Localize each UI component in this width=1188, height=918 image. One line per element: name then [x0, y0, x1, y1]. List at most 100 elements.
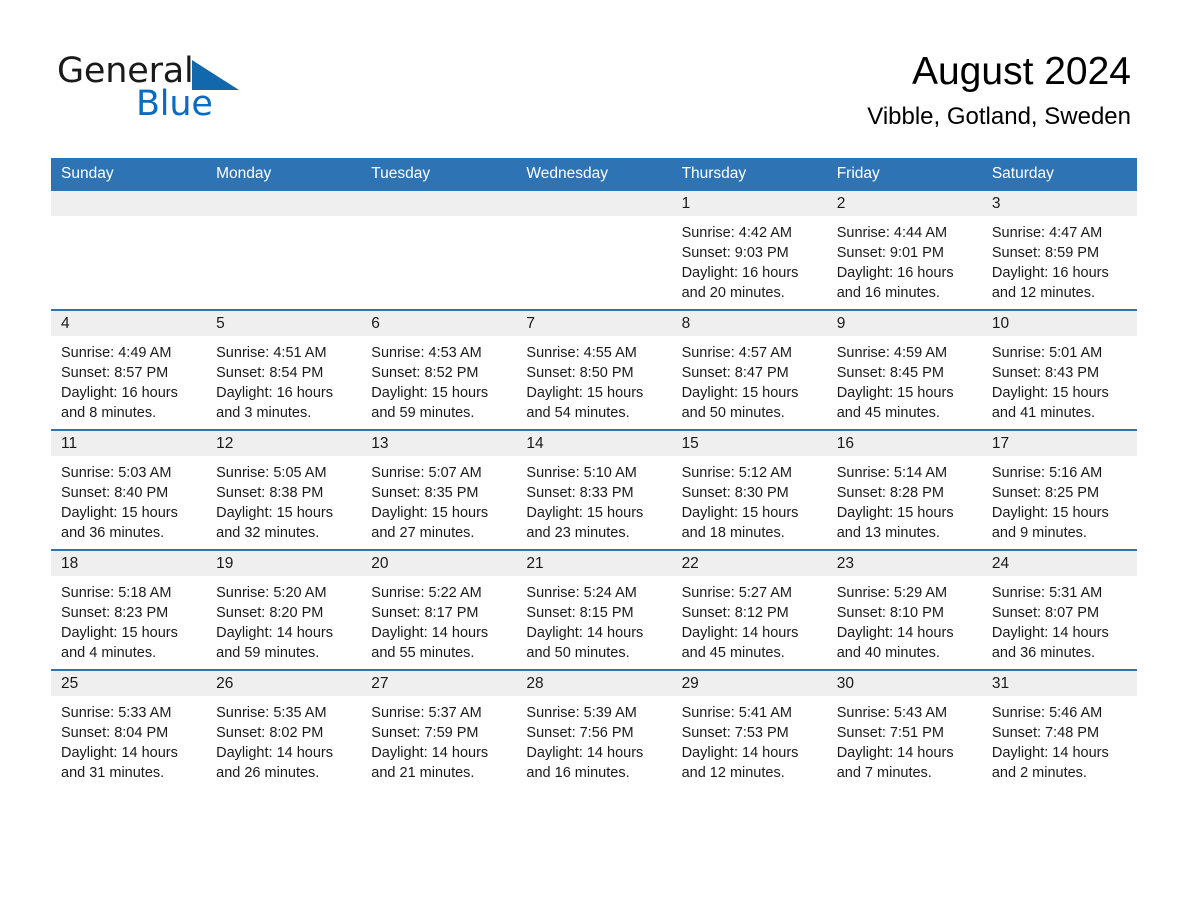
sunset-text: Sunset: 8:59 PM — [991, 245, 1100, 261]
sunrise-text: Sunrise: 4:55 AM — [526, 345, 637, 361]
day-number: 18 — [51, 551, 207, 576]
general-blue-logo[interactable]: General Blue — [57, 52, 257, 124]
calendar-day-cell[interactable]: 19 Sunrise: 5:20 AM Sunset: 8:20 PM Dayligh… — [206, 549, 362, 670]
calendar-day-cell-empty — [206, 191, 362, 310]
daylight-text: Daylight: 16 hours and 20 minutes. — [681, 265, 799, 301]
day-number: 4 — [51, 311, 207, 336]
day-details: Sunrise: 5:33 AM Sunset: 8:04 PM Daylight:… — [51, 696, 206, 783]
day-details: Sunrise: 5:24 AM Sunset: 8:15 PM Daylight:… — [516, 576, 671, 663]
sunset-text: Sunset: 8:12 PM — [681, 605, 789, 621]
calendar-day-cell[interactable]: 4 Sunrise: 4:49 AM Sunset: 8:57 PM Daylight… — [51, 309, 207, 430]
day-number — [51, 191, 207, 216]
calendar-day-cell[interactable]: 28 Sunrise: 5:39 AM Sunset: 7:56 PM Dayligh… — [516, 669, 672, 789]
calendar-day-cell[interactable]: 6 Sunrise: 4:53 AM Sunset: 8:52 PM Daylight… — [361, 309, 517, 430]
sunrise-text: Sunrise: 4:53 AM — [371, 345, 482, 361]
daylight-text: Daylight: 14 hours and 59 minutes. — [216, 625, 334, 661]
calendar-day-cell[interactable]: 18 Sunrise: 5:18 AM Sunset: 8:23 PM Dayligh… — [51, 549, 207, 670]
daylight-text: Daylight: 15 hours and 9 minutes. — [991, 505, 1109, 541]
sunset-text: Sunset: 8:30 PM — [681, 485, 789, 501]
calendar-day-cell[interactable]: 29 Sunrise: 5:41 AM Sunset: 7:53 PM Dayligh… — [671, 669, 827, 789]
calendar-day-cell[interactable]: 23 Sunrise: 5:29 AM Sunset: 8:10 PM Dayligh… — [826, 549, 982, 670]
day-details: Sunrise: 5:12 AM Sunset: 8:30 PM Daylight:… — [672, 456, 827, 543]
calendar-day-cell[interactable]: 30 Sunrise: 5:43 AM Sunset: 7:51 PM Dayligh… — [826, 669, 982, 789]
sunset-text: Sunset: 9:03 PM — [681, 245, 789, 261]
day-details: Sunrise: 5:29 AM Sunset: 8:10 PM Daylight:… — [827, 576, 982, 663]
sunrise-text: Sunrise: 5:22 AM — [371, 585, 482, 601]
calendar-day-cell[interactable]: 9 Sunrise: 4:59 AM Sunset: 8:45 PM Daylight… — [826, 309, 982, 430]
calendar-day-cell[interactable]: 22 Sunrise: 5:27 AM Sunset: 8:12 PM Dayligh… — [671, 549, 827, 670]
sunrise-text: Sunrise: 4:44 AM — [836, 225, 948, 241]
calendar-day-cell[interactable]: 20 Sunrise: 5:22 AM Sunset: 8:17 PM Dayligh… — [361, 549, 517, 670]
calendar-day-cell[interactable]: 10 Sunrise: 5:01 AM Sunset: 8:43 PM Dayligh… — [981, 309, 1137, 430]
sunrise-text: Sunrise: 5:05 AM — [216, 465, 327, 481]
calendar-day-cell[interactable]: 13 Sunrise: 5:07 AM Sunset: 8:35 PM Dayligh… — [361, 429, 517, 550]
calendar-day-cell[interactable]: 8 Sunrise: 4:57 AM Sunset: 8:47 PM Daylight… — [671, 309, 827, 430]
sunrise-text: Sunrise: 5:12 AM — [681, 465, 792, 481]
calendar-day-cell[interactable]: 27 Sunrise: 5:37 AM Sunset: 7:59 PM Dayligh… — [361, 669, 517, 789]
day-details: Sunrise: 5:39 AM Sunset: 7:56 PM Daylight:… — [516, 696, 671, 783]
calendar-day-cell[interactable]: 5 Sunrise: 4:51 AM Sunset: 8:54 PM Daylight… — [206, 309, 362, 430]
day-number: 20 — [361, 551, 517, 576]
title-block: August 2024 Vibble, Gotland, Sweden — [867, 48, 1131, 132]
weekday-header-monday: Monday — [206, 158, 362, 191]
day-number: 3 — [981, 191, 1137, 216]
calendar-day-cell[interactable]: 17 Sunrise: 5:16 AM Sunset: 8:25 PM Dayligh… — [981, 429, 1137, 550]
calendar-header-row: Sunday Monday Tuesday Wednesday Thursday… — [51, 158, 1137, 191]
calendar-day-cell[interactable]: 16 Sunrise: 5:14 AM Sunset: 8:28 PM Dayligh… — [826, 429, 982, 550]
weekday-header-saturday: Saturday — [981, 158, 1137, 191]
daylight-text: Daylight: 15 hours and 18 minutes. — [681, 505, 799, 541]
day-number — [206, 191, 362, 216]
sunset-text: Sunset: 7:56 PM — [526, 725, 634, 741]
day-details: Sunrise: 4:49 AM Sunset: 8:57 PM Daylight:… — [51, 336, 206, 423]
sunset-text: Sunset: 8:52 PM — [371, 365, 479, 381]
calendar-day-cell[interactable]: 31 Sunrise: 5:46 AM Sunset: 7:48 PM Dayligh… — [981, 669, 1137, 789]
sunset-text: Sunset: 8:10 PM — [836, 605, 944, 621]
calendar-day-cell[interactable]: 26 Sunrise: 5:35 AM Sunset: 8:02 PM Dayligh… — [206, 669, 362, 789]
calendar-day-cell[interactable]: 25 Sunrise: 5:33 AM Sunset: 8:04 PM Dayligh… — [51, 669, 207, 789]
calendar-day-cell-empty — [361, 191, 517, 310]
day-details: Sunrise: 5:43 AM Sunset: 7:51 PM Daylight:… — [827, 696, 982, 783]
day-number: 13 — [361, 431, 517, 456]
daylight-text: Daylight: 14 hours and 45 minutes. — [681, 625, 799, 661]
calendar-day-cell[interactable]: 24 Sunrise: 5:31 AM Sunset: 8:07 PM Dayligh… — [981, 549, 1137, 670]
day-number: 8 — [671, 311, 827, 336]
sunrise-text: Sunrise: 5:01 AM — [991, 345, 1103, 361]
daylight-text: Daylight: 14 hours and 50 minutes. — [526, 625, 644, 661]
sunset-text: Sunset: 8:45 PM — [836, 365, 944, 381]
calendar-day-cell[interactable]: 1 Sunrise: 4:42 AM Sunset: 9:03 PM Daylight… — [671, 191, 827, 310]
day-number: 31 — [981, 671, 1137, 696]
day-number: 5 — [206, 311, 362, 336]
daylight-text: Daylight: 16 hours and 8 minutes. — [61, 385, 178, 421]
day-details: Sunrise: 5:18 AM Sunset: 8:23 PM Daylight:… — [51, 576, 206, 663]
weekday-header-sunday: Sunday — [51, 158, 207, 191]
daylight-text: Daylight: 14 hours and 12 minutes. — [681, 745, 799, 781]
logo-blue-text: Blue — [136, 84, 213, 124]
sunrise-text: Sunrise: 5:27 AM — [681, 585, 792, 601]
calendar-day-cell[interactable]: 11 Sunrise: 5:03 AM Sunset: 8:40 PM Dayligh… — [51, 429, 207, 550]
page-title: August 2024 — [911, 50, 1131, 93]
day-details: Sunrise: 5:10 AM Sunset: 8:33 PM Daylight:… — [516, 456, 671, 543]
calendar-day-cell[interactable]: 15 Sunrise: 5:12 AM Sunset: 8:30 PM Dayligh… — [671, 429, 827, 550]
calendar-day-cell[interactable]: 7 Sunrise: 4:55 AM Sunset: 8:50 PM Daylight… — [516, 309, 672, 430]
daylight-text: Daylight: 15 hours and 32 minutes. — [216, 505, 334, 541]
sunset-text: Sunset: 8:38 PM — [216, 485, 324, 501]
day-number: 15 — [671, 431, 827, 456]
calendar-day-cell[interactable]: 21 Sunrise: 5:24 AM Sunset: 8:15 PM Dayligh… — [516, 549, 672, 670]
calendar-day-cell[interactable]: 3 Sunrise: 4:47 AM Sunset: 8:59 PM Daylight… — [981, 191, 1137, 310]
day-number: 11 — [51, 431, 207, 456]
calendar-day-cell[interactable]: 2 Sunrise: 4:44 AM Sunset: 9:01 PM Daylight… — [826, 191, 982, 310]
day-number: 2 — [826, 191, 982, 216]
sunrise-text: Sunrise: 5:16 AM — [991, 465, 1103, 481]
calendar-day-cell[interactable]: 12 Sunrise: 5:05 AM Sunset: 8:38 PM Dayligh… — [206, 429, 362, 550]
calendar-day-cell[interactable]: 14 Sunrise: 5:10 AM Sunset: 8:33 PM Dayligh… — [516, 429, 672, 550]
day-details: Sunrise: 5:27 AM Sunset: 8:12 PM Daylight:… — [672, 576, 827, 663]
day-details: Sunrise: 4:53 AM Sunset: 8:52 PM Daylight:… — [361, 336, 516, 423]
sunrise-text: Sunrise: 4:57 AM — [681, 345, 792, 361]
sunset-text: Sunset: 8:35 PM — [371, 485, 479, 501]
day-number: 21 — [516, 551, 672, 576]
day-details: Sunrise: 5:20 AM Sunset: 8:20 PM Daylight:… — [206, 576, 361, 663]
day-details: Sunrise: 5:14 AM Sunset: 8:28 PM Daylight:… — [827, 456, 982, 543]
sunrise-text: Sunrise: 5:31 AM — [991, 585, 1103, 601]
sunrise-text: Sunrise: 5:46 AM — [991, 705, 1103, 721]
day-number: 12 — [206, 431, 362, 456]
